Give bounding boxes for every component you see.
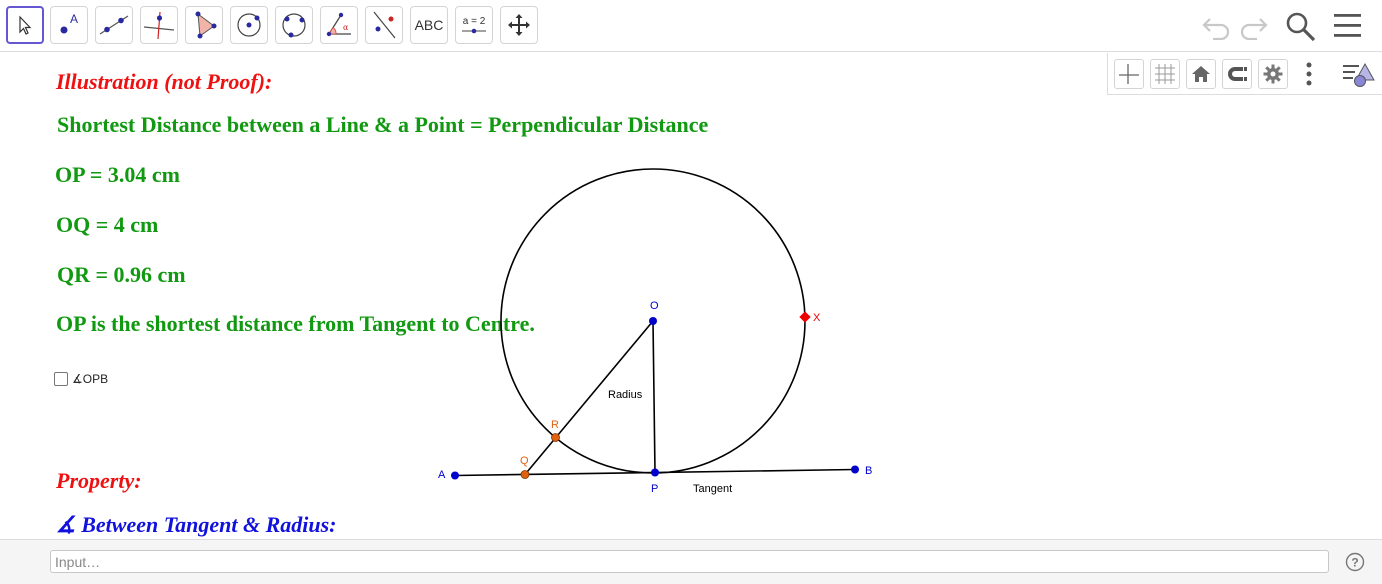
- label-r: R: [551, 419, 559, 431]
- point-a[interactable]: [451, 471, 459, 480]
- point-q[interactable]: [520, 470, 530, 479]
- radius-label: Radius: [608, 389, 643, 401]
- label-p: P: [651, 483, 658, 495]
- point-b[interactable]: [851, 465, 859, 474]
- label-q: Q: [520, 455, 529, 467]
- label-x: X: [813, 312, 821, 324]
- label-o: O: [650, 300, 659, 312]
- label-a: A: [438, 469, 446, 481]
- svg-text:?: ?: [1351, 556, 1358, 570]
- input-bar: ?: [0, 539, 1382, 584]
- geometry-drawing: O X R Q A P B Radius Tangent: [438, 168, 872, 495]
- tangent-label: Tangent: [693, 483, 732, 495]
- point-r[interactable]: [551, 433, 560, 442]
- help-icon[interactable]: ?: [1345, 552, 1365, 572]
- label-b: B: [865, 465, 872, 477]
- point-o[interactable]: [649, 317, 657, 325]
- radius-segment[interactable]: [652, 320, 656, 473]
- point-p[interactable]: [651, 468, 659, 477]
- point-x[interactable]: [799, 311, 811, 323]
- algebra-input-field[interactable]: [50, 550, 1329, 573]
